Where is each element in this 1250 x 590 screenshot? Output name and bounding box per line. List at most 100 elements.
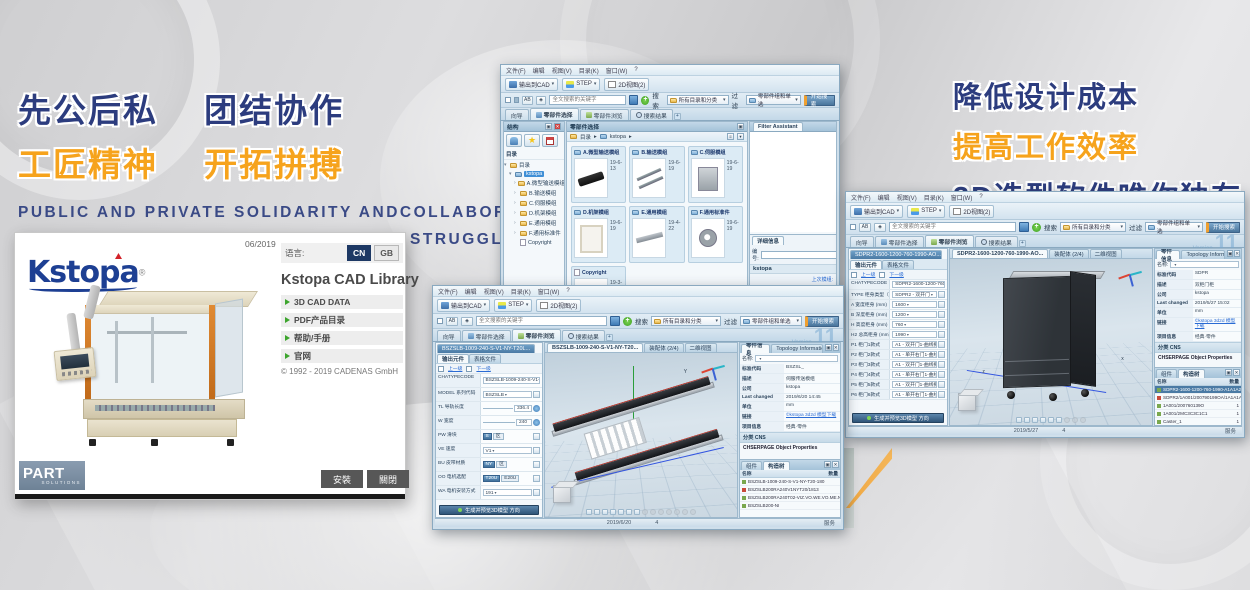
- name-select[interactable]: [1170, 261, 1239, 268]
- level-down-link[interactable]: 下一级: [476, 365, 490, 372]
- geo-search-mode-button[interactable]: ◈: [536, 96, 547, 105]
- search-input[interactable]: [476, 316, 607, 326]
- number-input[interactable]: [761, 251, 837, 259]
- bom-row[interactable]: SDPR2/1A001/200790199OA/1A1A1A1A1A11: [1155, 394, 1241, 402]
- history-button[interactable]: [542, 134, 558, 147]
- 2d-view-button[interactable]: 2D视图(2): [536, 299, 581, 312]
- toggle-option[interactable]: S: [483, 433, 492, 440]
- menu-help[interactable]: ?: [979, 194, 982, 200]
- viewport-tool-button[interactable]: [586, 509, 592, 515]
- param-select[interactable]: 1600: [892, 301, 937, 308]
- step-format-button[interactable]: STEP▾: [907, 205, 945, 218]
- param-select[interactable]: A1 - 单开右门1-曲线把手: [892, 391, 937, 398]
- 3d-viewport[interactable]: z x: [950, 259, 1152, 425]
- 2d-view-button[interactable]: 2D视图(2): [949, 205, 994, 218]
- catalog-card[interactable]: F.通用标准件 19-6-19: [688, 206, 743, 263]
- edit-button[interactable]: [938, 311, 945, 318]
- menu-view[interactable]: 视图(V): [484, 287, 504, 296]
- text-search-mode-button[interactable]: AB: [859, 223, 871, 232]
- search-option-checkbox[interactable]: [437, 318, 443, 324]
- start-search-button[interactable]: 开始搜索: [805, 316, 839, 327]
- close-panel-button[interactable]: ✕: [833, 344, 839, 351]
- search-input[interactable]: [549, 95, 626, 105]
- step-format-button[interactable]: STEP▾: [562, 78, 600, 91]
- menu-catalog[interactable]: 目录(K): [924, 193, 944, 202]
- checkbox[interactable]: [879, 272, 885, 278]
- info-icon[interactable]: [533, 419, 540, 426]
- close-panel-button[interactable]: ✕: [554, 123, 561, 130]
- edit-button[interactable]: [533, 489, 540, 496]
- tab-part-selection[interactable]: 零部件选择: [875, 236, 924, 247]
- viewport-model-tab[interactable]: BSZSLB-1009-240-S-V1-NY-T20...: [547, 343, 643, 352]
- search-option-checkbox[interactable]: [514, 97, 520, 103]
- bom-row[interactable]: BSZSLB-1009-240-S-V1-NY-T20-180: [740, 478, 840, 486]
- param-select[interactable]: 1990: [892, 331, 937, 338]
- level-up-link[interactable]: 上一级: [448, 365, 462, 372]
- viewport-tool-button[interactable]: [626, 509, 632, 515]
- edit-button[interactable]: [938, 381, 945, 388]
- viewport-tool-button[interactable]: [610, 509, 616, 515]
- breadcrumb-root[interactable]: 目录: [580, 133, 591, 141]
- search-dropdown-button[interactable]: [1019, 222, 1029, 232]
- viewport-tool-button[interactable]: [1024, 417, 1030, 423]
- viewport-tool-button[interactable]: [1016, 417, 1022, 423]
- favorites-button[interactable]: ★: [524, 134, 540, 147]
- param-select[interactable]: 1200: [892, 311, 937, 318]
- toggle-option[interactable]: T20U: [483, 475, 501, 482]
- add-tab-button[interactable]: +: [606, 334, 613, 341]
- bom-row[interactable]: 1A001/200760139O1: [1155, 402, 1241, 410]
- structure-tree-tab[interactable]: 构造树: [763, 461, 790, 470]
- start-search-button[interactable]: 开始搜索: [1206, 222, 1240, 233]
- geo-search-mode-button[interactable]: ◈: [461, 317, 473, 326]
- subtab-output[interactable]: 输出元件: [850, 260, 882, 269]
- start-search-button[interactable]: 开始搜索: [804, 95, 835, 106]
- viewport-tool-button[interactable]: [1048, 417, 1054, 423]
- viewport-tool-button[interactable]: [618, 509, 624, 515]
- geo-search-mode-button[interactable]: ◈: [874, 223, 886, 232]
- language-gb-button[interactable]: GB: [374, 245, 399, 261]
- menu-window[interactable]: 窗口(W): [606, 66, 628, 75]
- tab-search-results[interactable]: 搜索结果: [630, 109, 673, 120]
- menu-file[interactable]: 文件(F): [851, 193, 871, 202]
- pin-panel-button[interactable]: ▣: [1227, 250, 1233, 257]
- param-value[interactable]: 240: [516, 419, 532, 426]
- menu-edit[interactable]: 编辑: [465, 287, 477, 296]
- search-input[interactable]: [889, 222, 1016, 232]
- viewport-tool-button[interactable]: [1032, 417, 1038, 423]
- search-option-checkbox[interactable]: [850, 224, 856, 230]
- toggle-option[interactable]: E20U: [501, 475, 519, 482]
- generate-3d-button[interactable]: 生成并预览3D模型 方向: [439, 505, 539, 515]
- tree-item[interactable]: ›A.微型输送模组: [504, 178, 564, 188]
- edit-button[interactable]: [938, 341, 945, 348]
- menu-window[interactable]: 窗口(W): [538, 287, 560, 296]
- close-button[interactable]: 關閉: [367, 470, 409, 488]
- 3d-viewport[interactable]: Y: [545, 353, 737, 517]
- tree-item[interactable]: ›E.通用模组: [504, 218, 564, 228]
- viewport-tool-button[interactable]: [634, 509, 640, 515]
- tree-item-kstopa[interactable]: ▾kstopa: [504, 170, 564, 178]
- viewport-assembly-tab[interactable]: 装配体 (2/4): [644, 343, 683, 352]
- pin-panel-button[interactable]: ▣: [825, 344, 831, 351]
- param-select[interactable]: SDPR2 - 双开门: [892, 291, 937, 298]
- filter-assistant-tab[interactable]: Filter Assistant: [753, 122, 803, 131]
- edit-button[interactable]: [938, 331, 945, 338]
- edit-button[interactable]: [938, 371, 945, 378]
- filter-select[interactable]: 零部件组和单选▾: [740, 316, 802, 326]
- viewport-tool-button[interactable]: [1040, 417, 1046, 423]
- add-search-icon[interactable]: +: [641, 96, 649, 105]
- level-down-link[interactable]: 下一级: [889, 271, 903, 278]
- view-cube[interactable]: [553, 485, 571, 503]
- viewport-tool-button[interactable]: [1056, 417, 1062, 423]
- edit-button[interactable]: [938, 291, 945, 298]
- view-cube[interactable]: [958, 393, 976, 411]
- viewport-tool-button[interactable]: [602, 509, 608, 515]
- edit-button[interactable]: [938, 391, 945, 398]
- bom-row[interactable]: BSZSLB200RA240T02-VIZ.VO.WE.VO.ME.N...: [740, 494, 840, 502]
- close-panel-button[interactable]: ✕: [1233, 369, 1240, 376]
- tab-part-selection[interactable]: 零部件选择: [530, 108, 579, 120]
- viewport-model-tab[interactable]: SDPR2-1600-1200-760-1990-AO...: [952, 249, 1048, 258]
- menu-help[interactable]: ?: [566, 288, 569, 294]
- text-search-mode-button[interactable]: AB: [446, 317, 458, 326]
- add-search-icon[interactable]: +: [623, 317, 632, 326]
- generate-3d-button[interactable]: 生成并预览3D模型 方向: [852, 413, 944, 423]
